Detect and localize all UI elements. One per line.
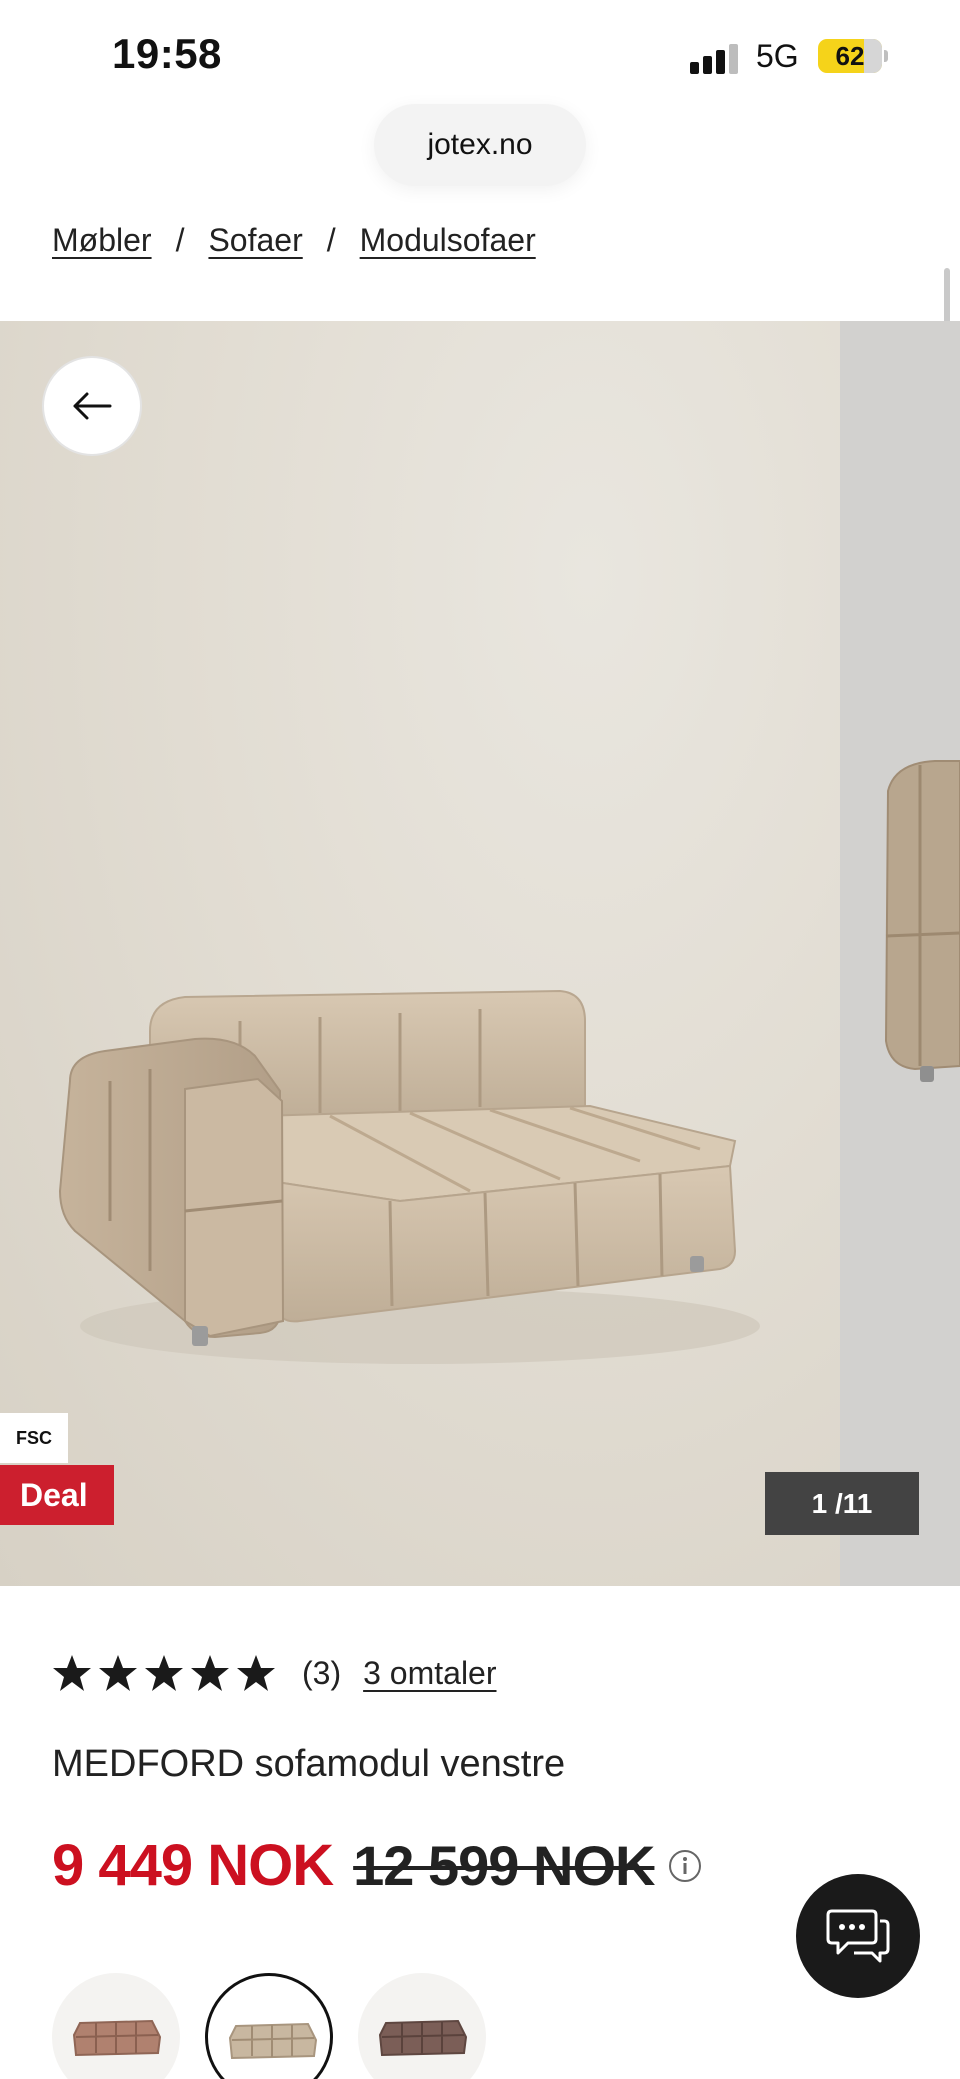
network-type: 5G (756, 38, 799, 74)
product-title: MEDFORD sofamodul venstre (52, 1743, 566, 1785)
breadcrumb: Møbler / Sofaer / Modulsofaer (52, 222, 536, 259)
sofa-swatch-icon (378, 2019, 468, 2057)
star-icon (237, 1655, 275, 1691)
info-icon[interactable] (668, 1849, 702, 1883)
color-swatch-rust[interactable] (52, 1973, 180, 2079)
breadcrumb-link-mobler[interactable]: Møbler (52, 222, 152, 259)
breadcrumb-separator: / (326, 222, 336, 258)
product-rating: (3) 3 omtaler (52, 1645, 497, 1701)
breadcrumb-link-sofaer[interactable]: Sofaer (208, 222, 302, 259)
image-counter: 1 /11 (765, 1472, 919, 1535)
deal-badge: Deal (0, 1465, 114, 1525)
address-bar[interactable]: jotex.no (374, 104, 586, 186)
current-price: 9 449 NOK (52, 1833, 334, 1898)
star-icon (99, 1655, 137, 1691)
fsc-badge: FSC (0, 1413, 68, 1463)
back-button[interactable] (42, 356, 142, 456)
reviews-link[interactable]: 3 omtaler (363, 1655, 496, 1692)
signal-icon (690, 44, 740, 74)
status-time: 19:58 (112, 30, 222, 77)
chat-button[interactable] (796, 1874, 920, 1998)
color-swatch-brown[interactable] (358, 1973, 486, 2079)
chat-icon (826, 1909, 890, 1963)
color-swatch-beige-selected[interactable] (205, 1973, 333, 2079)
original-price: 12 599 NOK (353, 1834, 655, 1897)
star-icon (145, 1655, 183, 1691)
sofa-swatch-icon (72, 2019, 162, 2057)
star-icon (191, 1655, 229, 1691)
sofa-preview-illustration (884, 760, 960, 1082)
breadcrumb-link-modulsofaer[interactable]: Modulsofaer (360, 222, 536, 259)
next-product-image-preview[interactable] (840, 321, 960, 1586)
battery-icon: 62 (818, 39, 888, 73)
sofa-swatch-icon (228, 2022, 318, 2060)
arrow-left-icon (73, 392, 112, 420)
status-bar: 19:58 5G 62 (0, 0, 960, 110)
sofa-illustration (58, 989, 760, 1364)
battery-percent: 62 (835, 41, 865, 71)
rating-stars (52, 1653, 276, 1693)
product-gallery[interactable]: FSC Deal 1 /11 (0, 321, 960, 1586)
price-block: 9 449 NOK 12 599 NOK (52, 1832, 702, 1899)
star-icon (53, 1655, 91, 1691)
product-image[interactable] (0, 321, 840, 1586)
rating-count: (3) (302, 1654, 342, 1691)
breadcrumb-separator: / (175, 222, 185, 258)
